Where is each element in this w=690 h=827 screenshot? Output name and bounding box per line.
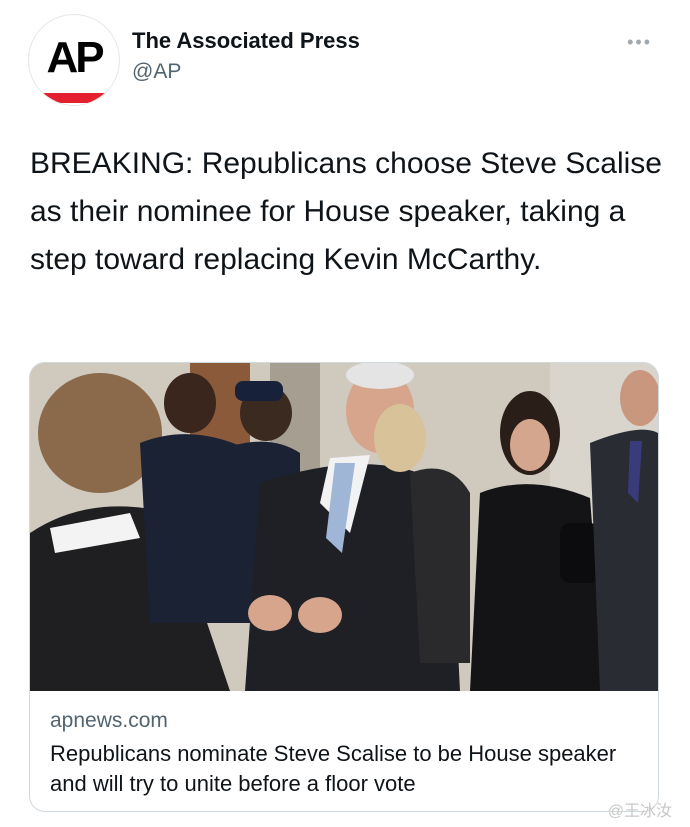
more-options-icon[interactable]: ••• [627, 32, 652, 53]
watermark: @王冰汝 [607, 803, 672, 820]
tweet-text: BREAKING: Republicans choose Steve Scali… [30, 147, 662, 276]
account-avatar[interactable]: AP [28, 14, 120, 106]
card-domain[interactable]: apnews.com [50, 709, 168, 733]
card-title[interactable]: Republicans nominate Steve Scalise to be… [50, 739, 640, 799]
account-display-name[interactable]: The Associated Press [132, 28, 360, 54]
account-handle[interactable]: @AP [132, 60, 181, 84]
link-card[interactable]: apnews.com Republicans nominate Steve Sc… [29, 362, 659, 812]
ap-logo: AP [46, 33, 104, 82]
card-image[interactable] [30, 363, 658, 691]
ap-logo-red-bar [41, 93, 107, 103]
card-photo-illustration [30, 363, 658, 691]
